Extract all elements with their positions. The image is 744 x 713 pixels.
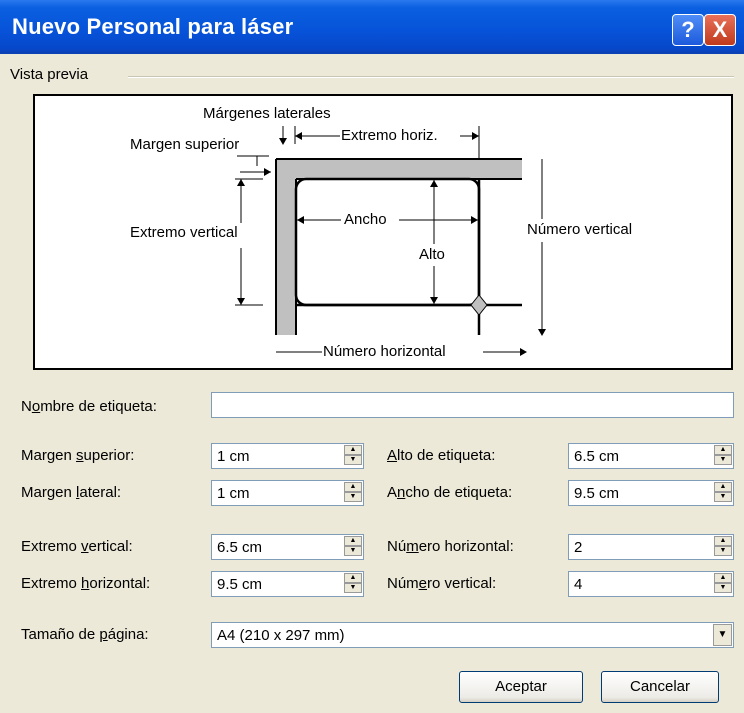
help-button[interactable]: ? [672, 14, 704, 46]
extremo-horizontal-spinner[interactable]: 9.5 cm ▲ ▼ [211, 571, 364, 597]
chevron-down-icon[interactable]: ▼ [713, 624, 732, 646]
label-numero-horizontal: Número horizontal: [387, 538, 514, 555]
diagram-label-margen-superior: Margen superior [130, 136, 240, 153]
window-title: Nuevo Personal para láser [12, 14, 294, 39]
spin-up-icon[interactable]: ▲ [344, 482, 362, 492]
label-tamano-pagina: Tamaño de página: [21, 626, 149, 643]
preview-panel: Márgenes laterales Extremo horiz. Margen… [33, 94, 733, 370]
diagram-label-extremo-vertical: Extremo vertical [130, 224, 238, 241]
dialog-window: Nuevo Personal para láser ? X Vista prev… [0, 0, 744, 713]
margen-lateral-spinner[interactable]: 1 cm ▲ ▼ [211, 480, 364, 506]
label-margen-lateral: Margen lateral: [21, 484, 122, 501]
spin-down-icon[interactable]: ▼ [344, 455, 362, 465]
ancho-etiqueta-spinner[interactable]: 9.5 cm ▲ ▼ [568, 480, 734, 506]
spin-down-icon[interactable]: ▼ [714, 583, 732, 593]
spinner-buttons[interactable]: ▲ ▼ [344, 482, 362, 504]
label-ancho-etiqueta: Ancho de etiqueta: [387, 484, 513, 501]
diagram-label-ancho: Ancho [344, 211, 387, 228]
diagram-label-margenes-laterales: Márgenes laterales [203, 105, 331, 122]
numero-horizontal-spinner[interactable]: 2 ▲ ▼ [568, 534, 734, 560]
extremo-vertical-spinner[interactable]: 6.5 cm ▲ ▼ [211, 534, 364, 560]
tamano-pagina-select[interactable]: A4 (210 x 297 mm) ▼ [211, 622, 734, 648]
diagram-label-extremo-horiz: Extremo horiz. [341, 127, 438, 144]
spin-down-icon[interactable]: ▼ [714, 455, 732, 465]
spin-up-icon[interactable]: ▲ [714, 573, 732, 583]
group-title: Vista previa [10, 66, 89, 83]
spin-up-icon[interactable]: ▲ [714, 536, 732, 546]
numero-vertical-spinner[interactable]: 4 ▲ ▼ [568, 571, 734, 597]
label-margen-superior: Margen superior: [21, 447, 135, 464]
top-margin-band [276, 159, 522, 179]
spinner-buttons[interactable]: ▲ ▼ [344, 445, 362, 467]
close-button[interactable]: X [704, 14, 736, 46]
spin-up-icon[interactable]: ▲ [714, 482, 732, 492]
spinner-buttons[interactable]: ▲ ▼ [714, 445, 732, 467]
spin-down-icon[interactable]: ▼ [344, 492, 362, 502]
spin-up-icon[interactable]: ▲ [344, 536, 362, 546]
spinner-buttons[interactable]: ▲ ▼ [714, 482, 732, 504]
spinner-buttons[interactable]: ▲ ▼ [714, 536, 732, 558]
alto-etiqueta-spinner[interactable]: 6.5 cm ▲ ▼ [568, 443, 734, 469]
ok-button[interactable]: Aceptar [459, 671, 583, 703]
spin-down-icon[interactable]: ▼ [714, 546, 732, 556]
label-alto-etiqueta: Alto de etiqueta: [387, 447, 496, 464]
spinner-buttons[interactable]: ▲ ▼ [714, 573, 732, 595]
label-nombre-etiqueta: Nombre de etiqueta: [21, 398, 157, 415]
left-margin-band [276, 159, 296, 335]
spin-up-icon[interactable]: ▲ [714, 445, 732, 455]
title-bar[interactable]: Nuevo Personal para láser ? X [0, 0, 744, 54]
label-extremo-horizontal: Extremo horizontal: [21, 575, 151, 592]
label-rect [294, 177, 481, 307]
group-divider [128, 76, 734, 78]
spin-up-icon[interactable]: ▲ [344, 573, 362, 583]
spin-down-icon[interactable]: ▼ [714, 492, 732, 502]
spinner-buttons[interactable]: ▲ ▼ [344, 573, 362, 595]
spin-down-icon[interactable]: ▼ [344, 546, 362, 556]
diagram-label-numero-vertical: Número vertical [527, 221, 633, 238]
spin-down-icon[interactable]: ▼ [344, 583, 362, 593]
margen-superior-spinner[interactable]: 1 cm ▲ ▼ [211, 443, 364, 469]
nombre-etiqueta-input[interactable] [211, 392, 734, 418]
diagram-label-alto: Alto [419, 246, 445, 263]
spinner-buttons[interactable]: ▲ ▼ [344, 536, 362, 558]
label-numero-vertical: Número vertical: [387, 575, 497, 592]
diagram-label-numero-horizontal: Número horizontal [323, 343, 446, 360]
spin-up-icon[interactable]: ▲ [344, 445, 362, 455]
cancel-button[interactable]: Cancelar [601, 671, 719, 703]
label-extremo-vertical: Extremo vertical: [21, 538, 133, 555]
